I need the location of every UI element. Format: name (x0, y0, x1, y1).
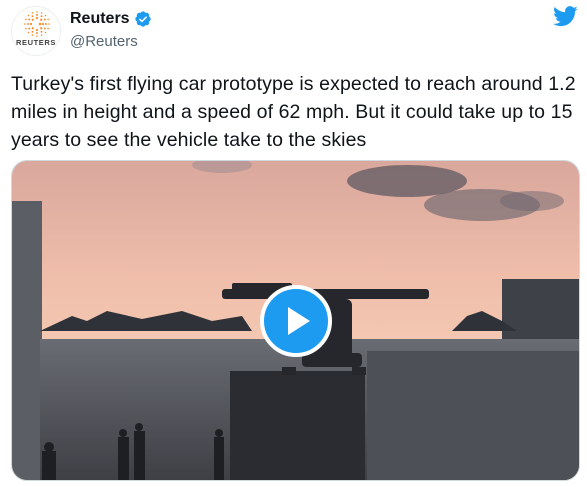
avatar[interactable]: REUTERS (11, 6, 61, 56)
verified-badge-icon (134, 11, 151, 27)
logo-dot (35, 16, 39, 20)
logo-dot (45, 23, 47, 25)
logo-dot (31, 18, 34, 21)
logo-dot (29, 22, 33, 26)
logo-dot (48, 23, 50, 25)
author-handle[interactable]: @Reuters (70, 33, 138, 50)
logo-dot (47, 18, 49, 21)
play-button[interactable] (260, 285, 332, 357)
logo-dot (36, 35, 38, 37)
logo-dot (24, 23, 26, 25)
video-player[interactable] (11, 160, 580, 481)
logo-dot (40, 15, 43, 18)
logo-dot (44, 14, 47, 17)
logo-dot (27, 23, 29, 25)
logo-dot (40, 34, 43, 36)
reuters-logo-icon (24, 11, 50, 37)
author-display-name[interactable]: Reuters (70, 10, 130, 28)
logo-dot (40, 27, 43, 30)
twitter-bird-icon[interactable] (553, 6, 578, 27)
logo-dot (44, 31, 47, 34)
logo-dot (31, 15, 34, 18)
logo-dot (31, 12, 34, 14)
logo-dot (43, 27, 46, 30)
logo-dot (31, 27, 34, 30)
author-name-row: Reuters (70, 9, 152, 29)
logo-dot (31, 34, 34, 36)
logo-dot (40, 30, 43, 33)
logo-dot (28, 18, 31, 21)
logo-dot (35, 28, 39, 32)
logo-dot (36, 14, 38, 16)
logo-dot (28, 27, 31, 30)
logo-dot (41, 22, 45, 26)
logo-dot (27, 31, 30, 34)
logo-dot (40, 12, 43, 14)
logo-dot (25, 18, 27, 21)
avatar-text: REUTERS (15, 38, 57, 47)
tweet-header: REUTERS Reuters @Reuters (0, 0, 587, 60)
logo-dot (40, 18, 43, 21)
logo-dot (27, 14, 30, 17)
tweet-text: Turkey's first flying car prototype is e… (11, 73, 576, 151)
logo-dot (36, 32, 38, 34)
logo-dot (47, 27, 49, 30)
logo-dot (43, 18, 46, 21)
logo-dot (25, 27, 27, 30)
logo-dot (36, 11, 38, 13)
logo-dot (31, 30, 34, 33)
logo-dot (38, 22, 42, 26)
play-icon (288, 307, 310, 335)
